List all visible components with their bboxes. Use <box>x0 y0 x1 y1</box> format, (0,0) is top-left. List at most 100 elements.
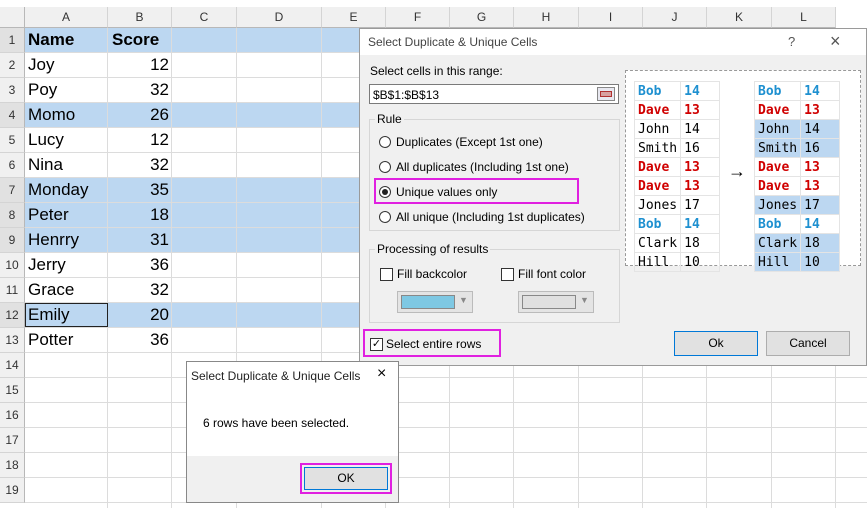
score-cell[interactable]: 18 <box>110 205 169 225</box>
preview-score: 14 <box>800 119 841 139</box>
preview-score: 13 <box>800 100 841 120</box>
column-header-a[interactable]: A <box>25 7 108 28</box>
rule-label: All unique (Including 1st duplicates) <box>396 210 585 224</box>
column-header-k[interactable]: K <box>707 7 772 28</box>
name-cell[interactable]: Joy <box>28 55 54 75</box>
preview-panel: Bob 14 Dave 13 John 14 Smith 16 Dave 13 Dave 13 Jone… <box>625 70 861 272</box>
dialog-title: Select Duplicate & Unique Cells <box>368 35 538 49</box>
preview-row: Clark 18 <box>633 233 721 253</box>
row-header-14[interactable]: 14 <box>0 353 25 378</box>
column-header-j[interactable]: J <box>643 7 707 28</box>
row-header-17[interactable]: 17 <box>0 428 25 453</box>
column-header-c[interactable]: C <box>172 7 237 28</box>
column-header-e[interactable]: E <box>322 7 386 28</box>
preview-name: Dave <box>633 157 682 177</box>
score-cell[interactable]: 26 <box>110 105 169 125</box>
row-header-4[interactable]: 4 <box>0 103 25 128</box>
row-header-18[interactable]: 18 <box>0 453 25 478</box>
name-cell[interactable]: Potter <box>28 330 73 350</box>
preview-name: Jones <box>753 195 802 215</box>
preview-row: Hill 10 <box>753 252 841 272</box>
arrow-icon: → <box>728 161 746 181</box>
score-cell[interactable]: 36 <box>110 330 169 350</box>
preview-score: 14 <box>680 119 721 139</box>
score-cell[interactable]: 12 <box>110 130 169 150</box>
score-cell[interactable]: 36 <box>110 255 169 275</box>
column-header-i[interactable]: I <box>579 7 643 28</box>
rule-radio[interactable] <box>379 136 391 148</box>
name-cell[interactable]: Momo <box>28 105 75 125</box>
column-header-g[interactable]: G <box>450 7 514 28</box>
select-all-corner[interactable] <box>0 7 25 28</box>
score-cell[interactable]: 12 <box>110 55 169 75</box>
column-header-h[interactable]: H <box>514 7 579 28</box>
row-header-12[interactable]: 12 <box>0 303 25 328</box>
name-cell[interactable]: Nina <box>28 155 63 175</box>
score-cell[interactable]: 31 <box>110 230 169 250</box>
name-cell[interactable]: Jerry <box>28 255 66 275</box>
preview-score: 13 <box>800 176 841 196</box>
range-input[interactable]: $B$1:$B$13 <box>369 84 619 104</box>
fill-backcolor-checkbox[interactable] <box>380 268 393 281</box>
help-button[interactable]: ? <box>788 34 795 49</box>
ok-button[interactable]: Ok <box>674 331 758 356</box>
score-cell[interactable]: 32 <box>110 80 169 100</box>
preview-name: Clark <box>753 233 802 253</box>
fill-font-color-checkbox[interactable] <box>501 268 514 281</box>
row-header-19[interactable]: 19 <box>0 478 25 503</box>
preview-name: Dave <box>753 100 802 120</box>
range-input-value: $B$1:$B$13 <box>373 88 440 102</box>
row-header-13[interactable]: 13 <box>0 328 25 353</box>
row-header-6[interactable]: 6 <box>0 153 25 178</box>
row-header-2[interactable]: 2 <box>0 53 25 78</box>
rule-radio[interactable] <box>379 161 391 173</box>
preview-row: Dave 13 <box>633 157 721 177</box>
cancel-button[interactable]: Cancel <box>766 331 850 356</box>
message-text: 6 rows have been selected. <box>203 416 350 430</box>
row-header-9[interactable]: 9 <box>0 228 25 253</box>
range-picker-icon[interactable] <box>597 87 615 101</box>
name-cell[interactable]: Grace <box>28 280 74 300</box>
preview-score: 13 <box>680 176 721 196</box>
message-close-icon[interactable]: × <box>377 365 386 383</box>
name-cell[interactable]: Lucy <box>28 130 64 150</box>
unique-values-highlight <box>374 178 579 204</box>
row-header-16[interactable]: 16 <box>0 403 25 428</box>
header-score-cell[interactable]: Score <box>112 30 171 50</box>
close-icon[interactable]: × <box>830 31 841 52</box>
gridline <box>25 427 867 428</box>
row-header-7[interactable]: 7 <box>0 178 25 203</box>
column-header-b[interactable]: B <box>108 7 172 28</box>
fill-backcolor-label: Fill backcolor <box>397 267 468 281</box>
row-header-3[interactable]: 3 <box>0 78 25 103</box>
column-header-l[interactable]: L <box>772 7 836 28</box>
active-cell-a12[interactable] <box>25 303 108 327</box>
row-header-10[interactable]: 10 <box>0 253 25 278</box>
preview-name: Bob <box>633 81 682 101</box>
fontcolor-dropdown[interactable]: ▼ <box>518 291 594 313</box>
score-cell[interactable]: 20 <box>110 305 169 325</box>
rule-radio[interactable] <box>379 211 391 223</box>
row-header-5[interactable]: 5 <box>0 128 25 153</box>
preview-score: 17 <box>680 195 721 215</box>
backcolor-dropdown[interactable]: ▼ <box>397 291 473 313</box>
gridline <box>25 452 867 453</box>
name-cell[interactable]: Monday <box>28 180 88 200</box>
name-cell[interactable]: Henrry <box>28 230 79 250</box>
score-cell[interactable]: 32 <box>110 155 169 175</box>
column-header-d[interactable]: D <box>237 7 322 28</box>
preview-name: John <box>753 119 802 139</box>
preview-score: 13 <box>680 100 721 120</box>
preview-row: Clark 18 <box>753 233 841 253</box>
header-name-cell[interactable]: Name <box>28 30 74 50</box>
row-header-8[interactable]: 8 <box>0 203 25 228</box>
score-cell[interactable]: 35 <box>110 180 169 200</box>
preview-row: John 14 <box>753 119 841 139</box>
row-header-1[interactable]: 1 <box>0 28 25 53</box>
row-header-11[interactable]: 11 <box>0 278 25 303</box>
name-cell[interactable]: Peter <box>28 205 69 225</box>
column-header-f[interactable]: F <box>386 7 450 28</box>
row-header-15[interactable]: 15 <box>0 378 25 403</box>
name-cell[interactable]: Poy <box>28 80 57 100</box>
score-cell[interactable]: 32 <box>110 280 169 300</box>
